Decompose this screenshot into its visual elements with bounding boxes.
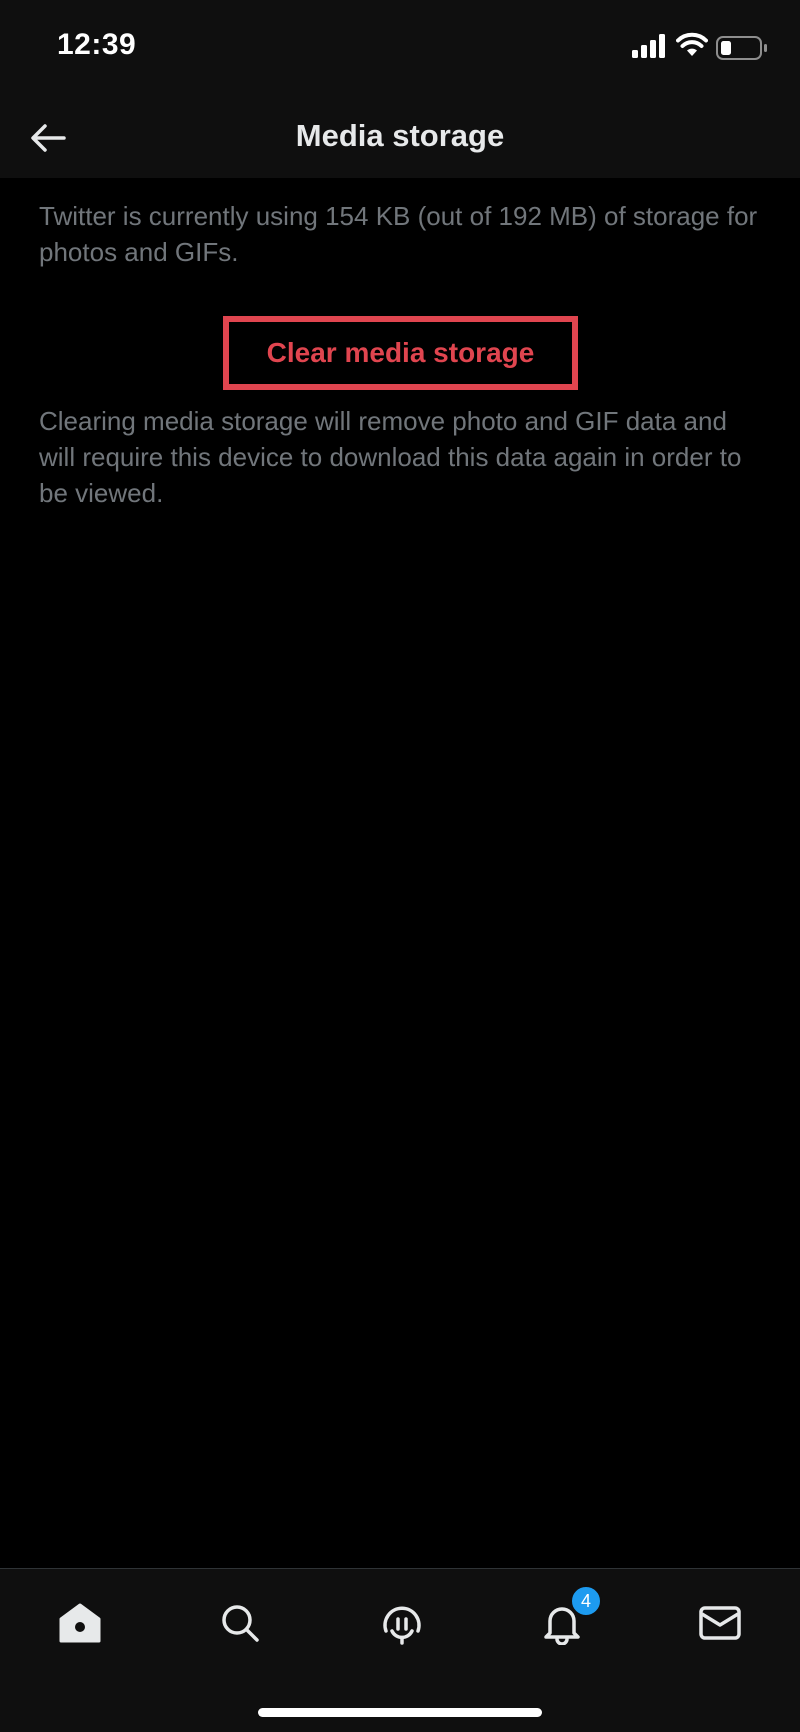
- notification-badge: 4: [570, 1585, 602, 1617]
- storage-usage-text: Twitter is currently using 154 KB (out o…: [39, 201, 758, 267]
- main-content: Twitter is currently using 154 KB (out o…: [0, 178, 800, 1568]
- bottom-nav: 4: [0, 1568, 800, 1732]
- clear-button-highlight: Clear media storage: [223, 316, 578, 390]
- nav-spaces[interactable]: [372, 1593, 432, 1653]
- clear-media-storage-button[interactable]: Clear media storage: [235, 328, 566, 378]
- page-title: Media storage: [295, 118, 505, 153]
- mail-icon: [699, 1606, 741, 1640]
- status-time: 12:39: [57, 28, 137, 61]
- nav-home[interactable]: [50, 1593, 110, 1653]
- wifi-icon: [676, 32, 708, 56]
- search-icon: [222, 1605, 259, 1642]
- header: Media storage: [0, 100, 800, 178]
- status-bar: 12:39: [0, 0, 800, 100]
- cellular-signal-icon: [632, 34, 665, 58]
- spaces-icon: [383, 1606, 421, 1645]
- nav-search[interactable]: [210, 1593, 270, 1653]
- battery-icon: [716, 36, 767, 60]
- nav-messages[interactable]: [690, 1593, 750, 1653]
- nav-notifications[interactable]: 4: [532, 1585, 602, 1653]
- home-indicator[interactable]: [258, 1708, 542, 1717]
- home-icon: [59, 1603, 101, 1643]
- clear-storage-note: Clearing media storage will remove photo…: [39, 406, 742, 508]
